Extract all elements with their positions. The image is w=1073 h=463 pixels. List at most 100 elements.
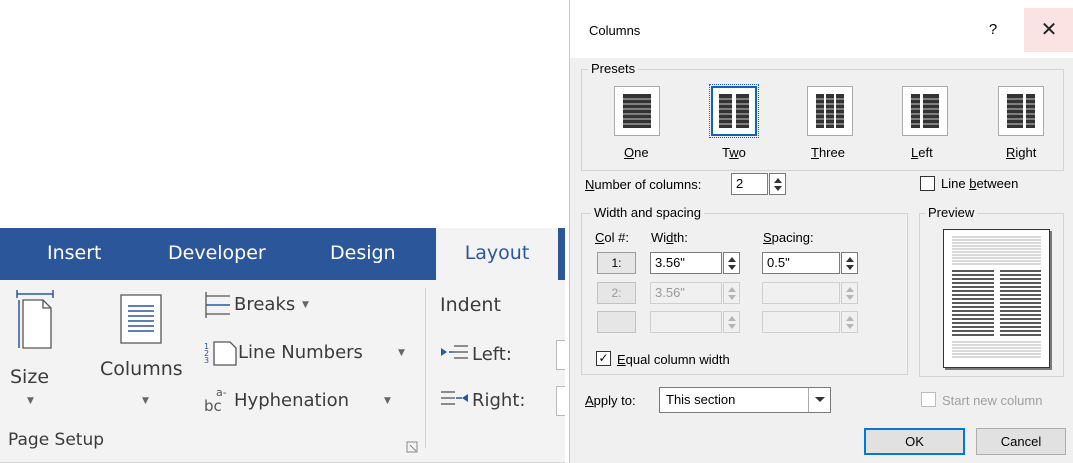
column-1-spacing-spinner[interactable] xyxy=(841,252,858,274)
hyphenation-button[interactable]: a- bc Hyphenation ▼ xyxy=(204,384,414,414)
ok-button[interactable]: OK xyxy=(864,428,965,455)
size-label: Size xyxy=(10,366,50,388)
column-2-spacing-spinner xyxy=(841,282,858,304)
col-number-header: Col #: xyxy=(595,230,629,245)
tab-insert[interactable]: Insert xyxy=(47,242,102,264)
number-of-columns-input[interactable]: 2 xyxy=(731,173,768,195)
apply-to-select[interactable]: This section xyxy=(659,387,831,413)
line-between-checkbox[interactable] xyxy=(920,176,935,191)
column-3-spacing-spinner xyxy=(841,311,858,333)
tab-layout[interactable]: Layout xyxy=(436,228,558,282)
tab-developer[interactable]: Developer xyxy=(168,242,266,264)
columns-icon xyxy=(120,294,162,344)
start-new-column-label: Start new column xyxy=(942,393,1043,408)
column-2-number: 2: xyxy=(597,282,636,304)
indent-right-icon xyxy=(441,391,468,405)
column-1-width-spinner[interactable] xyxy=(723,252,740,274)
column-3-width-spinner xyxy=(723,311,740,333)
preset-one-label: One xyxy=(624,145,649,160)
svg-text:3: 3 xyxy=(204,356,209,365)
preset-three[interactable] xyxy=(807,86,853,136)
indent-left-icon xyxy=(441,345,468,359)
ribbon-tab-bar: Insert Developer Design Layout xyxy=(0,228,565,282)
presets-legend: Presets xyxy=(588,61,639,76)
number-of-columns-label: Number of columns: xyxy=(585,177,702,192)
column-2-spacing-input xyxy=(762,282,840,304)
page-size-icon xyxy=(16,290,54,349)
column-1-spacing-input[interactable]: 0.5" xyxy=(762,252,840,274)
ribbon: Insert Developer Design Layout Size ▼ Co… xyxy=(0,228,565,463)
page-setup-group-label: Page Setup xyxy=(8,430,105,450)
indent-label: Indent xyxy=(440,294,501,316)
column-2-width-input: 3.56" xyxy=(650,282,722,304)
left-column-icon xyxy=(911,94,939,128)
column-1-number: 1: xyxy=(597,252,636,274)
hyphenation-label: Hyphenation xyxy=(234,390,350,411)
indent-right-input[interactable] xyxy=(556,386,565,416)
apply-to-dropdown-button[interactable] xyxy=(808,388,830,412)
columns-dialog: Columns ? ✕ Presets One Two Three Left R… xyxy=(569,0,1073,463)
two-columns-icon xyxy=(719,94,749,128)
preset-left-label: Left xyxy=(911,145,933,160)
indent-left-control[interactable]: Left: xyxy=(440,340,565,370)
preset-three-label: Three xyxy=(811,145,845,160)
indent-right-control[interactable]: Right: xyxy=(440,386,565,416)
line-between-label: Line between xyxy=(941,176,1019,191)
breaks-dropdown-icon: ▼ xyxy=(302,300,309,310)
size-dropdown-icon: ▼ xyxy=(27,396,34,406)
chevron-down-icon xyxy=(815,397,825,402)
svg-text:bc: bc xyxy=(204,397,222,414)
indent-left-input[interactable] xyxy=(556,340,565,370)
dialog-title: Columns xyxy=(589,23,641,38)
column-3-width-input xyxy=(650,311,722,333)
line-numbers-label: Line Numbers xyxy=(238,342,363,363)
hyphenation-icon: a- bc xyxy=(204,386,227,414)
column-3-spacing-input xyxy=(762,311,840,333)
equal-column-width-label: Equal column width xyxy=(617,352,730,367)
help-button[interactable]: ? xyxy=(982,18,1004,42)
one-column-icon xyxy=(623,94,651,128)
columns-label: Columns xyxy=(100,358,183,380)
preset-right-label: Right xyxy=(1006,145,1037,160)
breaks-icon xyxy=(205,292,230,318)
group-separator xyxy=(425,288,426,448)
cancel-button[interactable]: Cancel xyxy=(976,428,1066,455)
preview-page xyxy=(943,229,1050,368)
hyphenation-dropdown-icon: ▼ xyxy=(384,396,391,406)
apply-to-label: Apply to: xyxy=(585,393,636,408)
number-of-columns-spinner[interactable] xyxy=(769,173,786,195)
preset-one[interactable] xyxy=(614,86,660,136)
preset-right[interactable] xyxy=(998,86,1044,136)
column-3-number xyxy=(597,311,636,333)
column-1-width-input[interactable]: 3.56" xyxy=(650,252,722,274)
line-numbers-button[interactable]: 1 2 3 Line Numbers ▼ xyxy=(204,338,414,368)
width-spacing-legend: Width and spacing xyxy=(591,205,704,220)
indent-left-label: Left: xyxy=(472,344,512,365)
line-numbers-icon: 1 2 3 xyxy=(204,341,237,366)
dialog-launcher-icon[interactable] xyxy=(406,441,418,453)
width-header: Width: xyxy=(651,230,688,245)
start-new-column-checkbox xyxy=(921,392,936,407)
breaks-label: Breaks xyxy=(234,294,296,315)
preview-legend: Preview xyxy=(925,205,978,220)
preview-layout-image xyxy=(952,236,1041,358)
line-numbers-dropdown-icon: ▼ xyxy=(398,348,405,358)
right-column-icon xyxy=(1007,94,1035,128)
columns-dropdown-icon: ▼ xyxy=(142,396,149,406)
close-button[interactable]: ✕ xyxy=(1024,8,1073,52)
indent-right-label: Right: xyxy=(472,390,526,411)
tab-design[interactable]: Design xyxy=(330,242,396,264)
three-columns-icon xyxy=(816,94,844,128)
ribbon-body: Size ▼ Columns ▼ Breaks ▼ 1 2 3 Line Num… xyxy=(0,280,565,463)
spacing-header: Spacing: xyxy=(763,230,814,245)
dialog-title-bar: Columns ? ✕ xyxy=(570,0,1073,58)
columns-button[interactable]: Columns ▼ xyxy=(95,286,195,416)
apply-to-value: This section xyxy=(666,392,736,407)
equal-column-width-checkbox[interactable]: ✓ xyxy=(596,351,611,366)
preset-left[interactable] xyxy=(902,86,948,136)
preset-two-label: Two xyxy=(722,145,746,160)
column-2-width-spinner xyxy=(723,282,740,304)
preset-two[interactable] xyxy=(709,84,759,138)
breaks-button[interactable]: Breaks ▼ xyxy=(204,290,334,320)
size-button[interactable]: Size ▼ xyxy=(10,286,62,416)
